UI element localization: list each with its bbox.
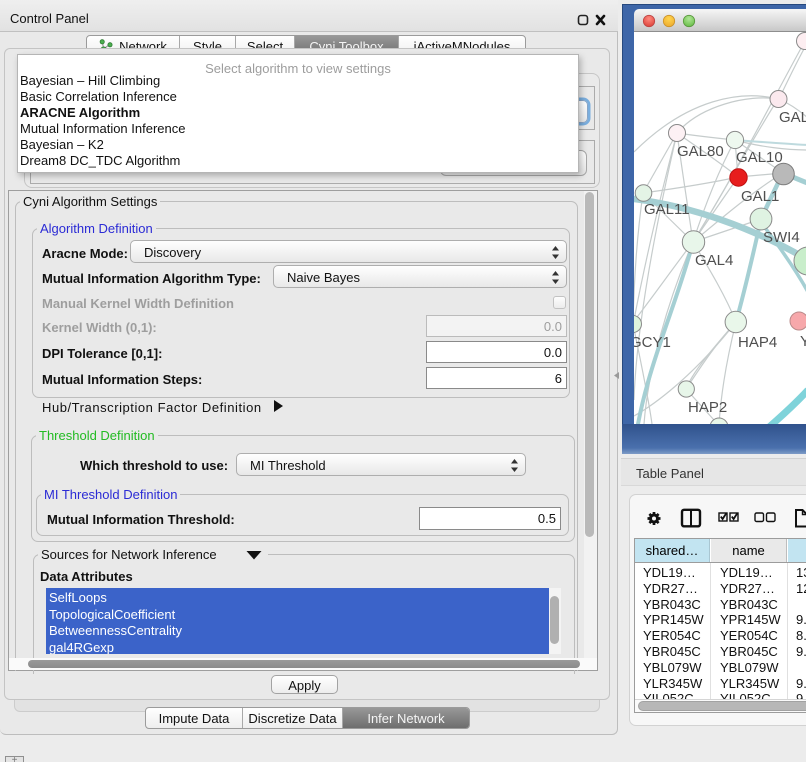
svg-text:SWI4: SWI4 xyxy=(763,229,800,246)
svg-text:GAL80: GAL80 xyxy=(677,143,724,160)
svg-text:GAL4: GAL4 xyxy=(695,252,733,269)
svg-text:GAL11: GAL11 xyxy=(644,201,690,218)
svg-text:GAL1: GAL1 xyxy=(741,188,779,205)
svg-text:HAP4: HAP4 xyxy=(738,334,777,351)
svg-text:GAL10: GAL10 xyxy=(736,149,783,166)
svg-text:GAL7: GAL7 xyxy=(779,109,806,126)
svg-text:GCY1: GCY1 xyxy=(634,334,671,351)
svg-text:YEL: YEL xyxy=(800,333,806,350)
svg-text:HAP2: HAP2 xyxy=(688,399,727,416)
